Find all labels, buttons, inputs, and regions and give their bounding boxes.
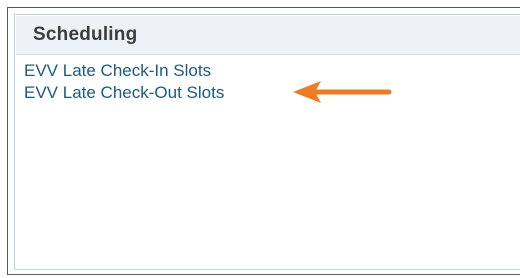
scheduling-panel: Scheduling EVV Late Check-In Slots EVV L… — [7, 7, 520, 275]
evv-late-check-in-slots-link[interactable]: EVV Late Check-In Slots — [24, 60, 224, 82]
link-list: EVV Late Check-In Slots EVV Late Check-O… — [24, 60, 224, 104]
panel-body: Scheduling EVV Late Check-In Slots EVV L… — [14, 14, 520, 270]
panel-header: Scheduling — [16, 16, 520, 55]
panel-title: Scheduling — [33, 24, 138, 45]
left-arrow-icon — [293, 81, 392, 103]
evv-late-check-out-slots-link[interactable]: EVV Late Check-Out Slots — [24, 82, 224, 104]
